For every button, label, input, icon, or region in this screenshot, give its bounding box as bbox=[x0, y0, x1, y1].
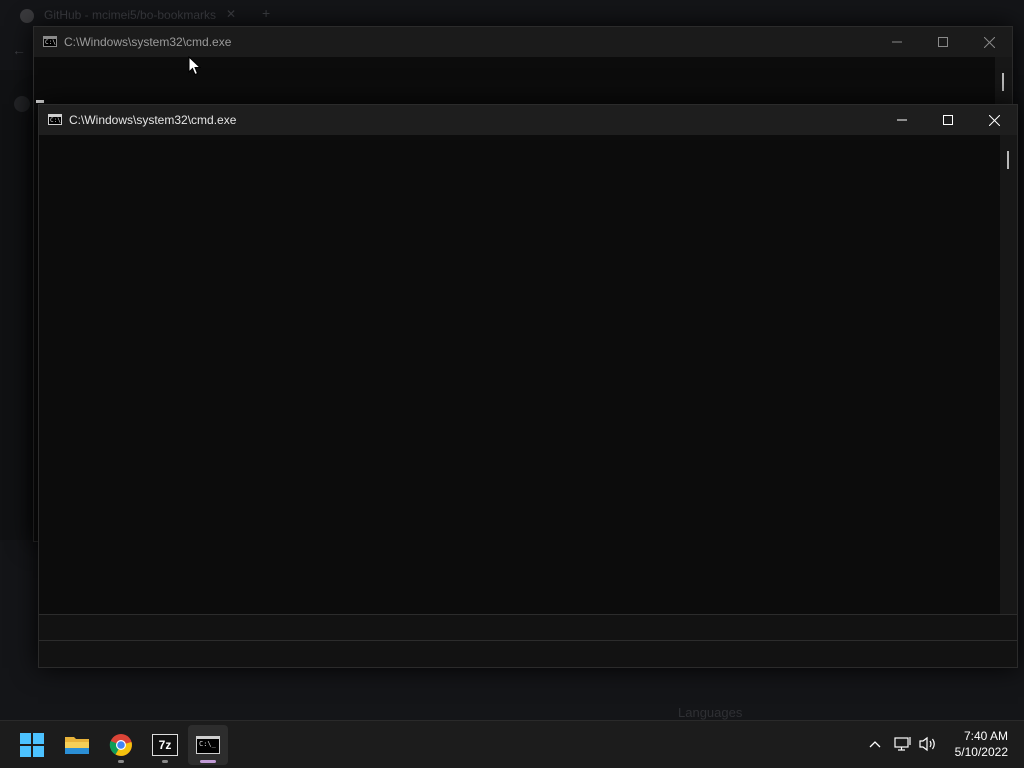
avatar bbox=[14, 96, 30, 112]
divider bbox=[39, 640, 1017, 641]
cmd-icon-text: C:\ bbox=[45, 39, 56, 46]
running-indicator bbox=[118, 760, 124, 763]
clock[interactable]: 7:40 AM 5/10/2022 bbox=[955, 728, 1008, 760]
browser-tab-title: GitHub - mcimei5/bo-bookmarks bbox=[44, 8, 217, 22]
chevron-up-icon bbox=[869, 741, 881, 748]
chrome-button[interactable] bbox=[101, 725, 141, 765]
text-cursor bbox=[36, 100, 44, 103]
minimize-icon bbox=[897, 119, 907, 121]
minimize-button[interactable] bbox=[879, 105, 925, 135]
chrome-icon bbox=[109, 734, 132, 756]
cmd-front-title: C:\Windows\system32\cmd.exe bbox=[69, 113, 237, 127]
file-explorer-button[interactable] bbox=[57, 725, 97, 765]
close-button[interactable] bbox=[971, 105, 1017, 135]
volume-button[interactable] bbox=[917, 733, 939, 755]
browser-tab[interactable]: GitHub - mcimei5/bo-bookmarks ✕ bbox=[12, 4, 242, 28]
windows-logo-icon bbox=[20, 733, 44, 757]
maximize-icon bbox=[943, 115, 953, 125]
cmd-back-titlebar[interactable]: C:\ C:\Windows\system32\cmd.exe bbox=[34, 27, 1012, 57]
tab-close-icon[interactable]: ✕ bbox=[226, 7, 236, 21]
cmd-front-scrollbar[interactable] bbox=[1000, 135, 1017, 615]
cmd-front-footer bbox=[39, 614, 1017, 667]
clock-time: 7:40 AM bbox=[963, 729, 1008, 743]
new-tab-button[interactable]: + bbox=[262, 5, 270, 21]
network-button[interactable] bbox=[892, 733, 914, 755]
minimize-button[interactable] bbox=[874, 27, 920, 57]
network-icon bbox=[894, 737, 911, 751]
cmd-window-front[interactable]: C:\ C:\Windows\system32\cmd.exe bbox=[38, 104, 1018, 668]
browser-window-controls bbox=[900, 6, 1020, 22]
terminal-icon: C:\_ bbox=[196, 736, 220, 754]
cmd-icon: C:\ bbox=[48, 114, 62, 125]
maximize-button[interactable] bbox=[925, 105, 971, 135]
close-icon bbox=[983, 36, 995, 48]
maximize-icon bbox=[938, 37, 948, 47]
cmd-icon: C:\ bbox=[43, 36, 57, 47]
show-hidden-icons-button[interactable] bbox=[864, 733, 886, 755]
scrollbar-thumb[interactable] bbox=[1007, 151, 1009, 169]
github-icon bbox=[20, 9, 34, 23]
close-icon bbox=[988, 114, 1000, 126]
taskbar: 7z C:\_ 7:40 AM 5/10/2022 bbox=[0, 720, 1024, 768]
cmd-back-title: C:\Windows\system32\cmd.exe bbox=[64, 35, 232, 49]
back-button[interactable]: ← bbox=[12, 42, 26, 58]
7zip-button[interactable]: 7z bbox=[145, 725, 185, 765]
close-button[interactable] bbox=[966, 27, 1012, 57]
cmd-front-titlebar[interactable]: C:\ C:\Windows\system32\cmd.exe bbox=[39, 105, 1017, 135]
cmd-front-console[interactable] bbox=[39, 135, 1017, 615]
clock-date: 5/10/2022 bbox=[954, 745, 1008, 759]
scrollbar-thumb[interactable] bbox=[1002, 73, 1004, 91]
browser-sidebar bbox=[0, 70, 34, 540]
maximize-button[interactable] bbox=[920, 27, 966, 57]
7zip-icon: 7z bbox=[152, 734, 178, 756]
active-indicator bbox=[200, 760, 216, 763]
running-indicator bbox=[162, 760, 168, 763]
terminal-button[interactable]: C:\_ bbox=[188, 725, 228, 765]
cmd-icon-text: C:\ bbox=[50, 117, 61, 124]
volume-icon bbox=[919, 736, 935, 752]
folder-icon bbox=[65, 737, 89, 754]
minimize-icon bbox=[892, 41, 902, 43]
start-button[interactable] bbox=[12, 725, 52, 765]
languages-heading: Languages bbox=[678, 705, 743, 720]
mouse-pointer-icon bbox=[188, 56, 202, 76]
